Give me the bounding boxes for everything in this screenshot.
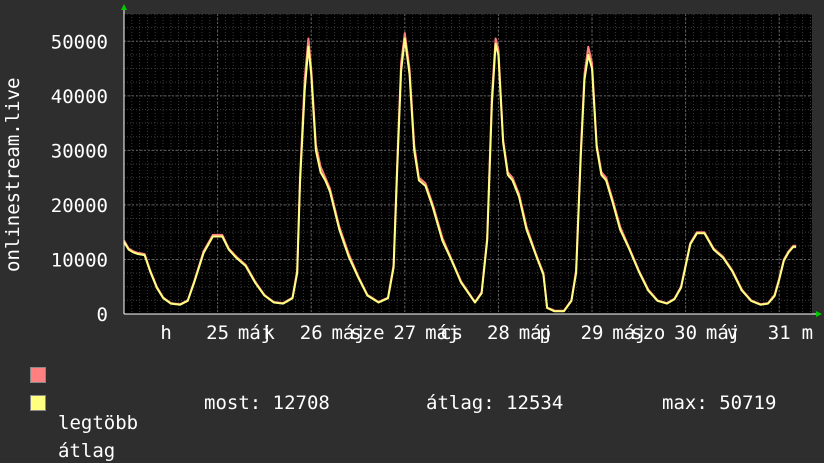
y-tick-label: 40000 <box>51 86 108 108</box>
x-tick-label: 25 <box>206 322 229 344</box>
x-tick-label: 30 <box>674 322 697 344</box>
y-tick-label: 0 <box>97 304 108 326</box>
stat-max: max: 50719 <box>662 392 777 414</box>
x-tick-label: 29 <box>581 322 604 344</box>
x-tick-label: 27 <box>393 322 416 344</box>
legend-avg-label: átlag <box>58 440 116 462</box>
x-tick-label: h <box>160 322 171 344</box>
y-tick-label: 50000 <box>51 31 108 53</box>
x-tick-label: k <box>263 322 275 344</box>
x-tick-label: v <box>727 322 738 344</box>
legend-max-label: legtöbb <box>58 412 139 434</box>
grid <box>123 13 812 315</box>
x-tick-label: szo <box>631 322 665 344</box>
chart: 01000020000300004000050000h 25 májk 26 májsz… <box>2 4 822 344</box>
x-tick-label: 26 <box>300 322 323 344</box>
x-tick-label: cs <box>440 322 463 344</box>
stat-now: most: 12708 <box>204 392 330 414</box>
stat-avg: átlag: 12534 <box>426 392 564 414</box>
max-swatch <box>30 367 46 383</box>
legend-item-max: legtöbb <box>30 363 138 434</box>
x-tick-label: m <box>802 322 813 344</box>
y-tick-label: 10000 <box>51 249 108 271</box>
x-tick-label: 31 <box>768 322 791 344</box>
y-tick-label: 20000 <box>51 195 108 217</box>
x-tick-label: sze <box>350 322 384 344</box>
x-axis-arrow <box>816 311 822 317</box>
x-tick-label: 28 <box>487 322 510 344</box>
y-tick-label: 30000 <box>51 140 108 162</box>
y-axis-label: onlinestream.live <box>2 78 24 272</box>
x-tick-label: p <box>539 322 550 344</box>
y-axis-arrow <box>121 4 127 10</box>
legend-item-avg: átlag <box>30 391 115 462</box>
avg-swatch <box>30 395 46 411</box>
